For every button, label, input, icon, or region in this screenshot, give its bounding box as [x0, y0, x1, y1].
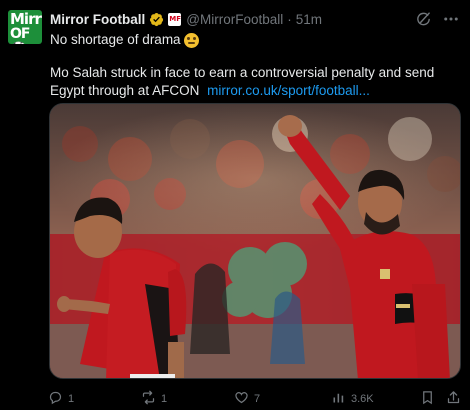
like-icon	[234, 390, 249, 408]
share-icon	[446, 390, 461, 408]
tweet-text-line1: No shortage of drama	[50, 31, 199, 49]
tweet-text-body: Mo Salah struck in face to earn a contro…	[50, 64, 460, 100]
views-count: 3.6K	[351, 393, 374, 405]
retweet-button[interactable]: 1	[141, 390, 167, 408]
views-button[interactable]: 3.6K	[331, 390, 374, 408]
separator-dot: ·	[287, 11, 292, 27]
tweet-card[interactable]: Mirr OF⚽ Mirror Football MF @MirrorFootb…	[0, 0, 470, 410]
grok-icon[interactable]	[414, 10, 432, 28]
bookmark-icon	[420, 390, 435, 408]
reply-count: 1	[68, 393, 75, 405]
post-time[interactable]: 51m	[296, 12, 322, 27]
account-handle[interactable]: @MirrorFootball	[186, 12, 283, 27]
like-button[interactable]: 7	[234, 390, 260, 408]
affiliate-badge-text: MF	[169, 14, 181, 23]
top-right-icons	[414, 10, 460, 28]
grimace-emoji	[183, 32, 199, 48]
avatar[interactable]: Mirr OF⚽	[8, 10, 42, 44]
more-icon[interactable]	[442, 10, 460, 28]
bookmark-button[interactable]	[420, 390, 435, 408]
like-count: 7	[254, 393, 261, 405]
article-link[interactable]: mirror.co.uk/sport/football...	[207, 83, 370, 98]
share-button[interactable]	[446, 390, 461, 408]
avatar-logo-line1: Mirr	[10, 10, 42, 28]
retweet-count: 1	[161, 393, 168, 405]
verified-badge-icon	[149, 12, 164, 27]
reply-button[interactable]: 1	[48, 390, 74, 408]
reply-icon	[48, 390, 63, 408]
retweet-icon	[141, 390, 156, 408]
account-name[interactable]: Mirror Football	[50, 12, 145, 27]
tweet-media-photo[interactable]	[49, 103, 461, 379]
views-icon	[331, 390, 346, 408]
avatar-logo-line2: OF⚽	[10, 26, 30, 44]
tweet-text-intro: No shortage of drama	[50, 32, 181, 47]
affiliate-badge-icon: MF	[168, 12, 182, 26]
tweet-action-bar: 1 1 7 3.6K	[48, 390, 463, 406]
tweet-header: Mirror Football MF @MirrorFootball · 51m	[50, 10, 322, 28]
